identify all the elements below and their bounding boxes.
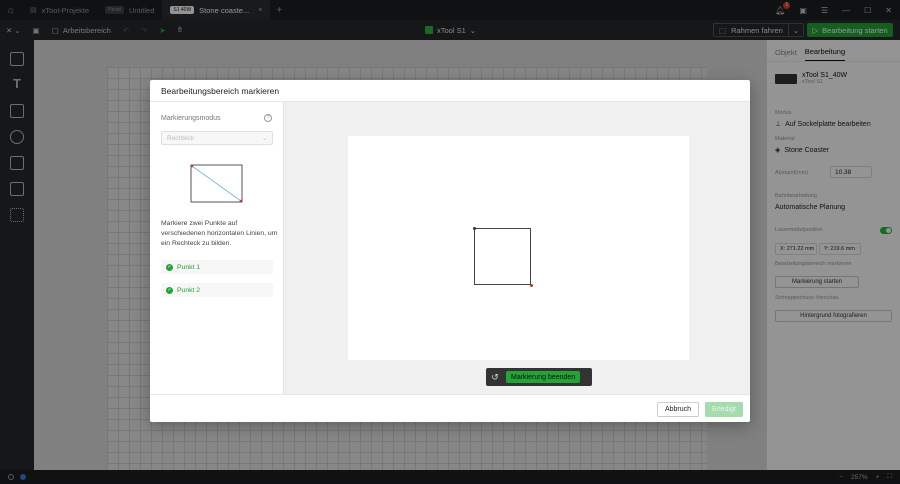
- dialog-sidebar: Markierungsmodus ? Rechteck ⌄ Markiere z…: [150, 102, 284, 394]
- camera-preview[interactable]: [348, 136, 689, 360]
- help-icon[interactable]: ?: [264, 114, 272, 122]
- done-button[interactable]: Erledigt: [705, 402, 743, 417]
- point-2-status: ✓ Punkt 2: [161, 283, 273, 297]
- marking-preview-area: ↺ Markierung beenden: [284, 102, 750, 394]
- undo-icon[interactable]: ↺: [486, 372, 504, 383]
- marked-rectangle: [474, 228, 531, 285]
- point-1-label: Punkt 1: [177, 263, 201, 271]
- point-2-label: Punkt 2: [177, 286, 201, 294]
- marking-controls: ↺ Markierung beenden: [486, 368, 592, 386]
- end-marking-button[interactable]: Markierung beenden: [506, 371, 581, 383]
- cancel-button[interactable]: Abbruch: [657, 402, 699, 417]
- mark-area-dialog: Bearbeitungsbereich markieren Markierung…: [150, 80, 750, 422]
- dialog-title: Bearbeitungsbereich markieren: [150, 80, 750, 102]
- point-2-marker: [530, 283, 533, 287]
- chevron-down-icon: ⌄: [261, 135, 267, 142]
- point-1-marker: [472, 226, 476, 230]
- check-icon: ✓: [166, 286, 173, 294]
- marking-instructions: Markiere zwei Punkte auf verschiedenen h…: [161, 220, 278, 247]
- marking-mode-value: Rechteck: [167, 134, 195, 142]
- check-icon: ✓: [166, 263, 173, 271]
- marking-mode-select[interactable]: Rechteck ⌄: [161, 131, 273, 145]
- dialog-footer: Abbruch Erledigt: [150, 394, 750, 422]
- marking-mode-label: Markierungsmodus: [161, 115, 221, 122]
- rectangle-illustration: [190, 164, 243, 203]
- point-1-status: ✓ Punkt 1: [161, 260, 273, 274]
